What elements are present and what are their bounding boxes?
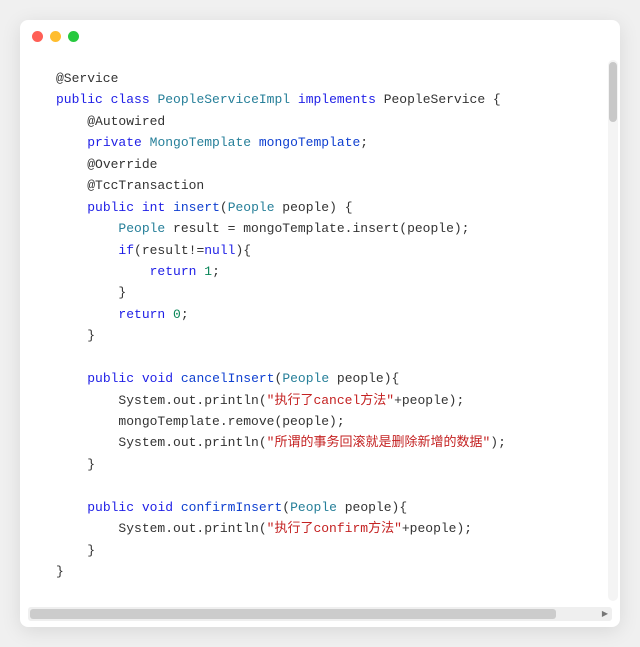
minimize-icon[interactable] (50, 31, 61, 42)
code-token: "执行了cancel方法" (267, 393, 394, 408)
code-token: @Service (56, 71, 118, 86)
code-token: class (111, 92, 150, 107)
horizontal-scrollbar[interactable]: ◀ ▶ (28, 607, 612, 621)
code-token: public (87, 200, 134, 215)
code-token: People (282, 371, 329, 386)
code-token: void (142, 500, 173, 515)
code-token: public (87, 371, 134, 386)
horizontal-scrollbar-thumb[interactable] (30, 609, 556, 619)
code-token: "执行了confirm方法" (267, 521, 402, 536)
code-token: public (87, 500, 134, 515)
code-token: void (142, 371, 173, 386)
code-token: @Override (87, 157, 157, 172)
code-token: implements (298, 92, 376, 107)
code-token: cancelInsert (181, 371, 275, 386)
code-scroll[interactable]: @Service public class PeopleServiceImpl … (20, 60, 620, 607)
code-token: PeopleServiceImpl (157, 92, 290, 107)
close-icon[interactable] (32, 31, 43, 42)
code-token: int (142, 200, 165, 215)
code-token: private (87, 135, 142, 150)
code-token: People (118, 221, 165, 236)
code-token: 0 (173, 307, 181, 322)
code-token: mongoTemplate (259, 135, 360, 150)
code-token: 1 (204, 264, 212, 279)
code-token: People (290, 500, 337, 515)
code-token: return (118, 307, 165, 322)
code-token: return (150, 264, 197, 279)
code-token: @TccTransaction (87, 178, 204, 193)
code-window: @Service public class PeopleServiceImpl … (20, 20, 620, 627)
titlebar (20, 20, 620, 52)
code-token: null (204, 243, 235, 258)
code-token: insert (173, 200, 220, 215)
code-token: People (228, 200, 275, 215)
code-token: "所谓的事务回滚就是删除新增的数据" (267, 435, 491, 450)
code-token: confirmInsert (181, 500, 282, 515)
maximize-icon[interactable] (68, 31, 79, 42)
code-block: @Service public class PeopleServiceImpl … (28, 60, 612, 603)
vertical-scrollbar[interactable] (608, 60, 618, 601)
vertical-scrollbar-thumb[interactable] (609, 62, 617, 122)
code-token: MongoTemplate (150, 135, 251, 150)
scroll-right-icon[interactable]: ▶ (598, 607, 612, 621)
code-token: public (56, 92, 103, 107)
code-token: @Autowired (87, 114, 165, 129)
code-token: if (118, 243, 134, 258)
code-container: @Service public class PeopleServiceImpl … (20, 52, 620, 621)
